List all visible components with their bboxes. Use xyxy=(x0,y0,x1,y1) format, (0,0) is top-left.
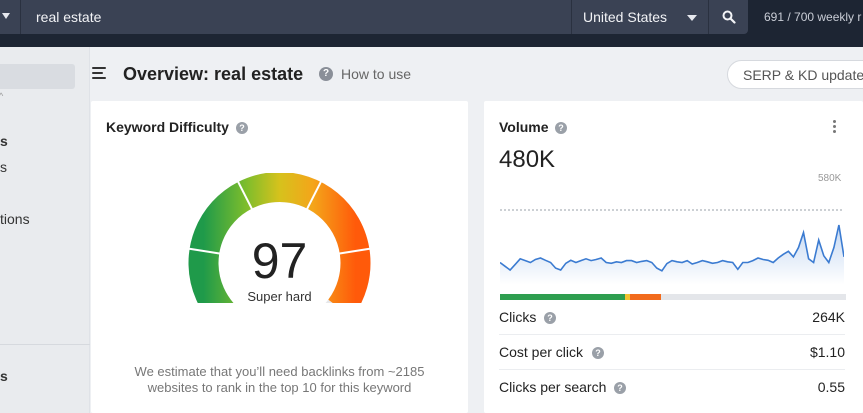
metric-label: Clicks xyxy=(499,309,537,325)
help-icon[interactable]: ? xyxy=(236,122,248,134)
sidebar-item[interactable]: s xyxy=(0,159,7,175)
how-to-use-link[interactable]: How to use xyxy=(341,66,411,82)
more-options-icon[interactable] xyxy=(833,120,837,134)
metric-value: 0.55 xyxy=(817,379,845,395)
sidebar-item[interactable]: s xyxy=(0,368,8,384)
divider xyxy=(0,344,90,345)
metric-row: Clicks per search ? 0.55 xyxy=(499,370,845,405)
sidebar: ^ s s tions s xyxy=(0,47,90,413)
help-icon[interactable]: ? xyxy=(544,312,556,324)
keyword-difficulty-card: Keyword Difficulty ? 97 Super hard We es… xyxy=(91,101,468,413)
help-icon[interactable]: ? xyxy=(614,382,626,394)
page-title: Overview: real estate xyxy=(123,64,304,84)
country-select[interactable]: United States xyxy=(583,9,667,25)
menu-icon[interactable] xyxy=(92,67,106,80)
search-input[interactable]: real estate xyxy=(36,9,101,25)
metric-row: Cost per click ? $1.10 xyxy=(499,335,845,370)
backlinks-estimate: We estimate that you’ll need backlinks f… xyxy=(134,364,425,395)
sidebar-item[interactable]: s xyxy=(0,133,8,149)
sidebar-hint-icon: ^ xyxy=(0,91,4,101)
metric-value: $1.10 xyxy=(809,344,845,360)
help-icon[interactable]: ? xyxy=(592,347,604,359)
search-volume: 480K xyxy=(499,146,556,173)
divider xyxy=(571,0,572,34)
difficulty-score: 97 xyxy=(251,233,308,289)
metric-label: Clicks per search xyxy=(499,379,607,395)
sidebar-item[interactable]: tions xyxy=(0,211,30,227)
card-title: Keyword Difficulty xyxy=(106,119,229,135)
volume-trend-chart xyxy=(500,209,844,285)
sidebar-item-active[interactable] xyxy=(0,64,75,89)
metric-value: 264K xyxy=(812,309,845,325)
help-icon[interactable]: ? xyxy=(555,122,567,134)
volume-card: Volume ? 480K 580K Clicks ? 264K Cost pe… xyxy=(484,101,863,413)
difficulty-label: Super hard xyxy=(247,289,312,304)
chevron-down-icon[interactable] xyxy=(2,13,10,19)
help-icon[interactable]: ? xyxy=(319,67,333,81)
metric-row: Clicks ? 264K xyxy=(499,300,845,335)
top-bar: real estate United States 691 / 700 week… xyxy=(0,0,863,47)
divider xyxy=(20,0,21,34)
metric-label: Cost per click xyxy=(499,344,584,360)
chevron-down-icon[interactable] xyxy=(687,15,697,21)
usage-counter: 691 / 700 weekly r xyxy=(764,10,862,24)
chart-max-label: 580K xyxy=(818,173,842,184)
serp-kd-update-button[interactable]: SERP & KD update xyxy=(727,60,863,89)
serp-kd-update-label: SERP & KD update xyxy=(743,67,863,83)
card-title: Volume xyxy=(499,119,549,135)
search-icon xyxy=(722,10,736,24)
search-button[interactable] xyxy=(709,0,748,34)
keyword-search-bar: real estate United States xyxy=(0,0,748,34)
